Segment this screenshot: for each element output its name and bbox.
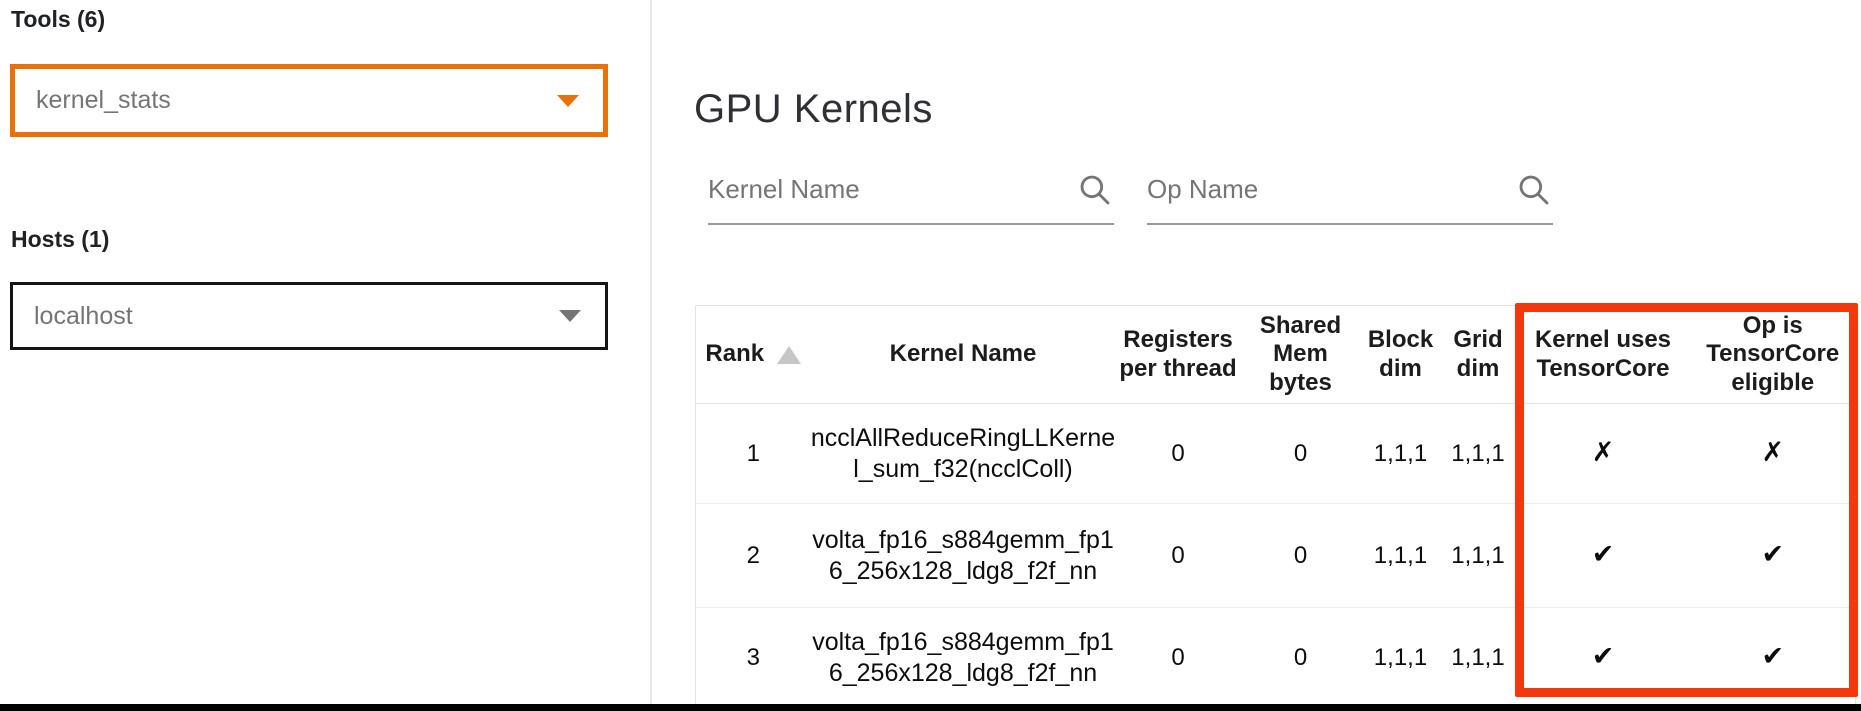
column-header-rank[interactable]: Rank xyxy=(696,306,811,404)
cell-kernel-uses-tensorcore: ✗ xyxy=(1516,404,1691,504)
cell-grid-dim: 1,1,1 xyxy=(1441,404,1516,504)
table-row: 1 ncclAllReduceRingLLKernel_sum_f32(nccl… xyxy=(696,404,1856,504)
hosts-label: Hosts (1) xyxy=(11,226,109,253)
cell-op-tensorcore-eligible: ✔ xyxy=(1691,504,1856,608)
tools-label: Tools (6) xyxy=(11,6,105,33)
sort-ascending-icon xyxy=(777,346,801,364)
column-header-kernel-uses-tensorcore[interactable]: Kernel uses TensorCore xyxy=(1516,306,1691,404)
column-header-registers-per-thread[interactable]: Registers per thread xyxy=(1116,306,1241,404)
cell-registers-per-thread: 0 xyxy=(1116,608,1241,708)
cell-shared-mem-bytes: 0 xyxy=(1241,608,1361,708)
chevron-down-icon xyxy=(559,310,581,322)
table-row: 3 volta_fp16_s884gemm_fp16_256x128_ldg8_… xyxy=(696,608,1856,708)
column-header-block-dim[interactable]: Block dim xyxy=(1361,306,1441,404)
bottom-window-edge xyxy=(0,704,1861,711)
cell-kernel-name: volta_fp16_s884gemm_fp16_256x128_ldg8_f2… xyxy=(811,608,1116,708)
cell-grid-dim: 1,1,1 xyxy=(1441,608,1516,708)
column-header-rank-label: Rank xyxy=(705,340,764,368)
cell-op-tensorcore-eligible: ✔ xyxy=(1691,608,1856,708)
cell-kernel-uses-tensorcore: ✔ xyxy=(1516,608,1691,708)
table-header-row: Rank Kernel Name Registers per thread Sh… xyxy=(696,306,1856,404)
cell-block-dim: 1,1,1 xyxy=(1361,404,1441,504)
op-name-filter xyxy=(1147,156,1553,225)
hosts-select-value: localhost xyxy=(34,302,559,331)
hosts-select[interactable]: localhost xyxy=(10,282,608,350)
column-header-kernel-name[interactable]: Kernel Name xyxy=(811,306,1116,404)
sidebar-divider xyxy=(650,0,652,704)
cell-op-tensorcore-eligible: ✗ xyxy=(1691,404,1856,504)
cell-shared-mem-bytes: 0 xyxy=(1241,504,1361,608)
cell-registers-per-thread: 0 xyxy=(1116,504,1241,608)
column-header-op-tensorcore-eligible[interactable]: Op is TensorCore eligible xyxy=(1691,306,1856,404)
kernel-name-filter xyxy=(708,156,1114,225)
cell-rank: 1 xyxy=(696,404,811,504)
gpu-kernels-table: Rank Kernel Name Registers per thread Sh… xyxy=(695,305,1856,708)
table-row: 2 volta_fp16_s884gemm_fp16_256x128_ldg8_… xyxy=(696,504,1856,608)
search-icon xyxy=(1076,171,1114,209)
cell-block-dim: 1,1,1 xyxy=(1361,504,1441,608)
search-icon xyxy=(1515,171,1553,209)
cell-shared-mem-bytes: 0 xyxy=(1241,404,1361,504)
op-name-search-input[interactable] xyxy=(1147,174,1509,205)
cell-kernel-uses-tensorcore: ✔ xyxy=(1516,504,1691,608)
cell-registers-per-thread: 0 xyxy=(1116,404,1241,504)
cell-kernel-name: volta_fp16_s884gemm_fp16_256x128_ldg8_f2… xyxy=(811,504,1116,608)
tools-select-value: kernel_stats xyxy=(36,86,557,115)
cell-rank: 3 xyxy=(696,608,811,708)
column-header-grid-dim[interactable]: Grid dim xyxy=(1441,306,1516,404)
tools-select[interactable]: kernel_stats xyxy=(10,64,608,137)
column-header-shared-mem-bytes[interactable]: Shared Mem bytes xyxy=(1241,306,1361,404)
kernel-name-search-input[interactable] xyxy=(708,174,1070,205)
cell-grid-dim: 1,1,1 xyxy=(1441,504,1516,608)
chevron-down-icon xyxy=(557,95,579,107)
cell-kernel-name: ncclAllReduceRingLLKernel_sum_f32(ncclCo… xyxy=(811,404,1116,504)
cell-block-dim: 1,1,1 xyxy=(1361,608,1441,708)
page-title: GPU Kernels xyxy=(694,87,933,132)
cell-rank: 2 xyxy=(696,504,811,608)
